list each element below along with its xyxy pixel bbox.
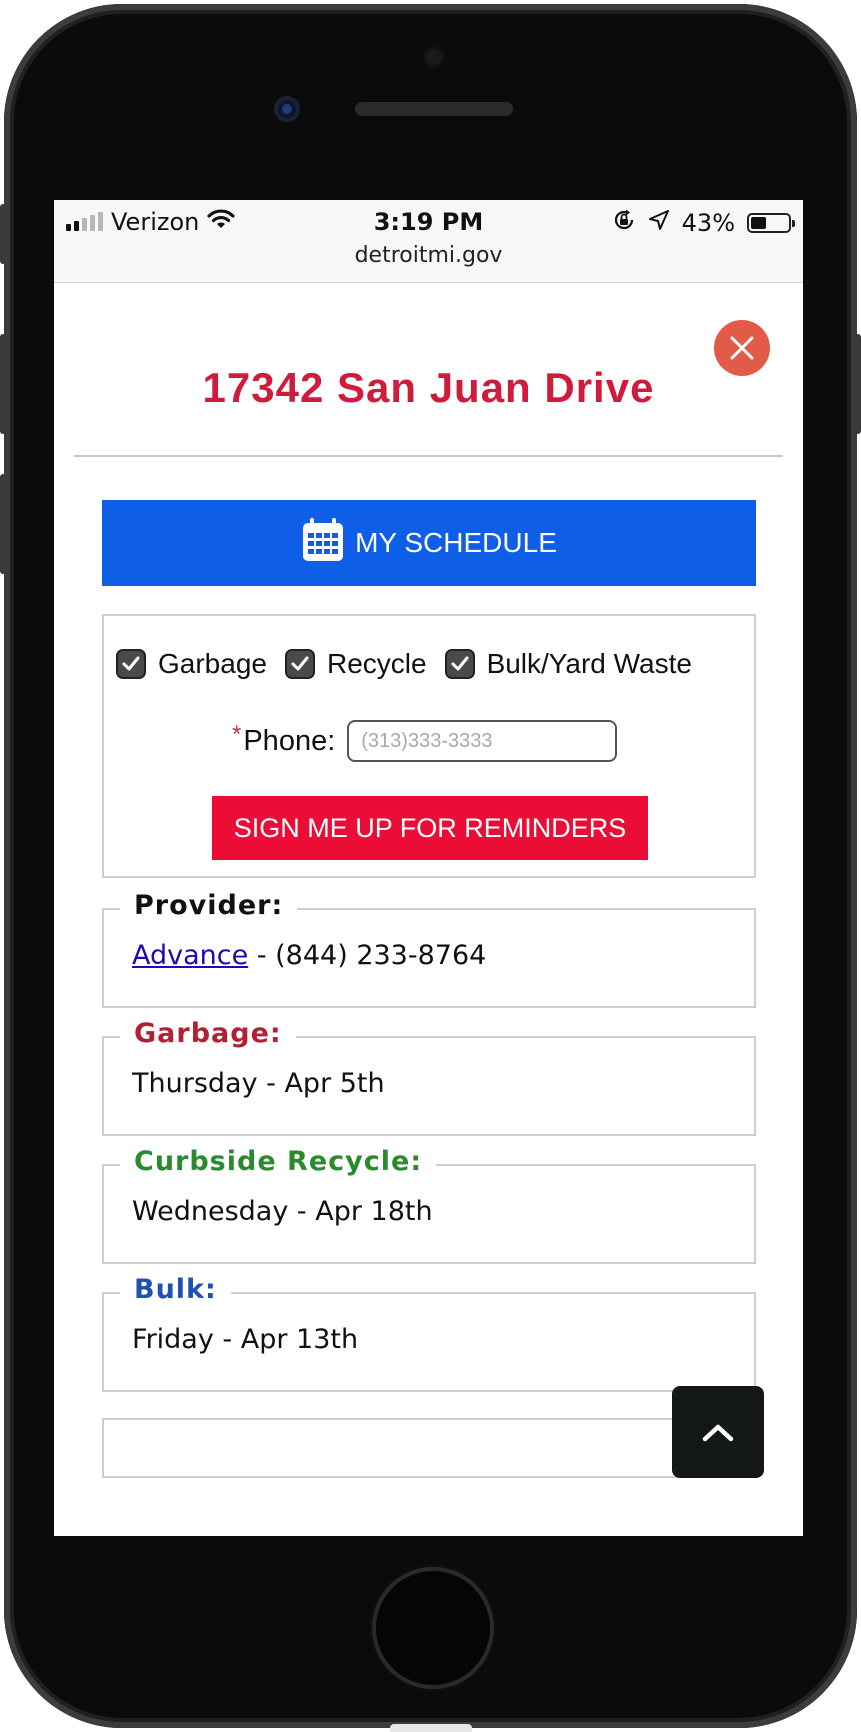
battery-icon [747,213,795,233]
provider-info: Advance - (844) 233-8764 [132,940,486,971]
checkbox-recycle-box[interactable] [284,649,315,679]
reminder-signup-panel: Garbage Recycle Bulk/Yard Waste * Phone:… [102,614,756,878]
empty-section [102,1418,756,1478]
phone-input[interactable] [347,720,618,762]
garbage-date: Thursday - Apr 5th [132,1068,385,1099]
checkmark-icon [451,656,469,671]
status-right: 43% [612,208,795,238]
page-title: 17342 San Juan Drive [202,364,655,411]
provider-section: Provider: Advance - (844) 233-8764 [102,890,756,1008]
address-bar-url[interactable]: detroitmi.gov [54,243,803,268]
phone-row: * Phone: [232,720,618,762]
sign-up-reminders-button[interactable]: SIGN ME UP FOR REMINDERS [212,796,648,860]
close-icon [730,336,754,360]
provider-legend: Provider: [120,890,298,921]
earpiece-speaker [355,102,513,116]
service-checkboxes: Garbage Recycle Bulk/Yard Waste [116,648,710,680]
bulk-date: Friday - Apr 13th [132,1324,359,1355]
home-button[interactable] [376,1571,490,1685]
front-camera [274,96,300,122]
checkmark-icon [291,656,309,671]
divider [74,455,783,457]
checkbox-garbage-box[interactable] [116,649,146,679]
garbage-section: Garbage: Thursday - Apr 5th [102,1018,756,1136]
volume-down-button [0,474,6,574]
checkbox-bulk-box[interactable] [444,649,475,679]
status-bar: Verizon 3:19 PM detroitmi.gov 43% [54,200,803,283]
scroll-to-top-button[interactable] [672,1386,764,1478]
provider-link[interactable]: Advance [132,940,248,971]
required-mark: * [232,721,242,748]
bulk-section: Bulk: Friday - Apr 13th [102,1274,756,1392]
battery-level [751,217,767,229]
checkbox-bulk-label: Bulk/Yard Waste [486,648,692,679]
checkbox-bulk-yard-waste[interactable]: Bulk/Yard Waste [444,648,692,680]
recycle-date: Wednesday - Apr 18th [132,1196,433,1227]
bulk-legend: Bulk: [120,1274,231,1305]
garbage-legend: Garbage: [120,1018,296,1049]
volume-up-button [0,334,6,434]
mute-switch [0,204,6,264]
lightning-port [390,1724,472,1732]
provider-phone: - (844) 233-8764 [248,940,487,971]
checkmark-icon [122,656,140,671]
battery-percent: 43% [681,209,735,237]
proximity-sensor [423,46,445,68]
checkbox-recycle[interactable]: Recycle [284,648,427,680]
screen: Verizon 3:19 PM detroitmi.gov 43% 17342 … [54,200,803,1536]
my-schedule-button[interactable]: MY SCHEDULE [102,500,756,586]
orientation-lock-icon [612,208,636,238]
checkbox-garbage-label: Garbage [158,648,267,679]
checkbox-recycle-label: Recycle [326,648,427,679]
calendar-icon [301,516,345,571]
recycle-legend: Curbside Recycle: [120,1146,437,1177]
checkbox-garbage[interactable]: Garbage [116,648,267,680]
recycle-section: Curbside Recycle: Wednesday - Apr 18th [102,1146,756,1264]
phone-label: Phone: [243,724,336,757]
chevron-up-icon [702,1424,734,1442]
location-arrow-icon [648,209,670,237]
power-button [855,334,861,434]
my-schedule-label: MY SCHEDULE [355,527,557,558]
